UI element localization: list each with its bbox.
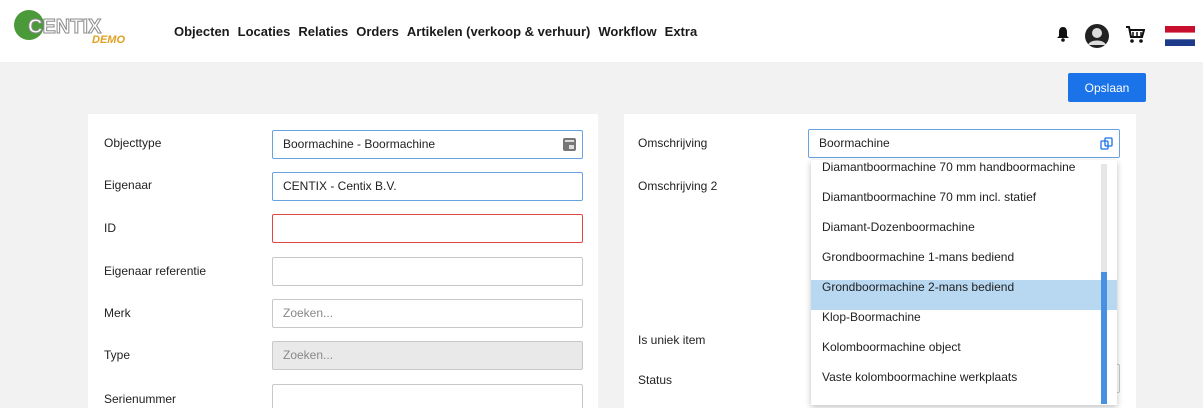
eigenaar-referentie-label: Eigenaar referentie <box>104 264 207 278</box>
eigenaar-value: CENTIX - Centix B.V. <box>283 179 397 193</box>
nav-orders[interactable]: Orders <box>356 24 399 39</box>
lookup-icon[interactable] <box>563 138 576 151</box>
serienummer-label: Serienummer <box>104 392 177 406</box>
nav-objecten[interactable]: Objecten <box>174 24 230 39</box>
omschrijving-value: Boormachine <box>819 136 890 150</box>
objecttype-field[interactable]: Boormachine - Boormachine <box>272 130 583 159</box>
nav-workflow[interactable]: Workflow <box>598 24 656 39</box>
object-details-panel-left: Objecttype Boormachine - Boormachine Eig… <box>88 114 598 408</box>
omschrijving-suggestions-dropdown: Diamantboormachine 70 mm handboormachine… <box>811 160 1117 405</box>
status-label: Status <box>638 373 673 387</box>
id-field[interactable] <box>272 214 583 243</box>
copy-icon[interactable] <box>1100 137 1113 150</box>
dropdown-scrollbar[interactable] <box>1101 164 1107 404</box>
top-navigation-bar: CENTIX DEMO Objecten Locaties Relaties O… <box>0 0 1203 62</box>
omschrijving-field[interactable]: Boormachine <box>808 129 1120 158</box>
main-menu: Objecten Locaties Relaties Orders Artike… <box>174 24 705 39</box>
merk-label: Merk <box>104 306 131 320</box>
centix-logo[interactable]: CENTIX DEMO <box>14 10 144 52</box>
logo-brand-text: CENTIX <box>27 16 102 39</box>
dropdown-item[interactable]: Diamantboormachine 70 mm incl. statief <box>811 190 1117 220</box>
is-uniek-item-label: Is uniek item <box>638 333 706 347</box>
nav-artikelen[interactable]: Artikelen (verkoop & verhuur) <box>407 24 591 39</box>
id-label: ID <box>104 221 116 235</box>
logo-demo-text: DEMO <box>92 34 125 46</box>
nav-locaties[interactable]: Locaties <box>238 24 291 39</box>
avatar-icon[interactable] <box>1085 24 1109 48</box>
dropdown-item[interactable]: Vaste kolomboormachine werkplaats <box>811 370 1117 400</box>
flag-nl-icon[interactable] <box>1165 26 1195 46</box>
dropdown-item-selected[interactable]: Grondboormachine 2-mans bediend <box>811 280 1117 310</box>
merk-search-field[interactable]: Zoeken... <box>272 299 583 328</box>
eigenaar-field[interactable]: CENTIX - Centix B.V. <box>272 172 583 201</box>
type-search-field: Zoeken... <box>272 341 583 370</box>
serienummer-field[interactable] <box>272 384 583 408</box>
dropdown-item[interactable]: Kolomboormachine object <box>811 340 1117 370</box>
eigenaar-label: Eigenaar <box>104 178 153 192</box>
save-button[interactable]: Opslaan <box>1068 73 1146 102</box>
omschrijving-label: Omschrijving <box>638 136 708 150</box>
dropdown-item[interactable]: Grondboormachine 1-mans bediend <box>811 250 1117 280</box>
dropdown-item[interactable]: Diamant-Dozenboormachine <box>811 220 1117 250</box>
nav-extra[interactable]: Extra <box>665 24 698 39</box>
cart-icon[interactable] <box>1125 26 1145 44</box>
objecttype-label: Objecttype <box>104 136 162 150</box>
type-placeholder: Zoeken... <box>283 348 334 362</box>
dropdown-scrollbar-thumb[interactable] <box>1101 272 1107 404</box>
eigenaar-referentie-field[interactable] <box>272 257 583 286</box>
omschrijving-2-label: Omschrijving 2 <box>638 179 718 193</box>
bell-icon[interactable] <box>1055 26 1071 42</box>
objecttype-value: Boormachine - Boormachine <box>283 137 436 151</box>
dropdown-item[interactable]: Diamantboormachine 70 mm handboormachine <box>811 160 1117 190</box>
nav-relaties[interactable]: Relaties <box>298 24 348 39</box>
merk-placeholder: Zoeken... <box>283 306 334 320</box>
type-label: Type <box>104 348 131 362</box>
avatar-person-icon <box>1088 28 1106 45</box>
dropdown-item[interactable]: Klop-Boormachine <box>811 310 1117 340</box>
